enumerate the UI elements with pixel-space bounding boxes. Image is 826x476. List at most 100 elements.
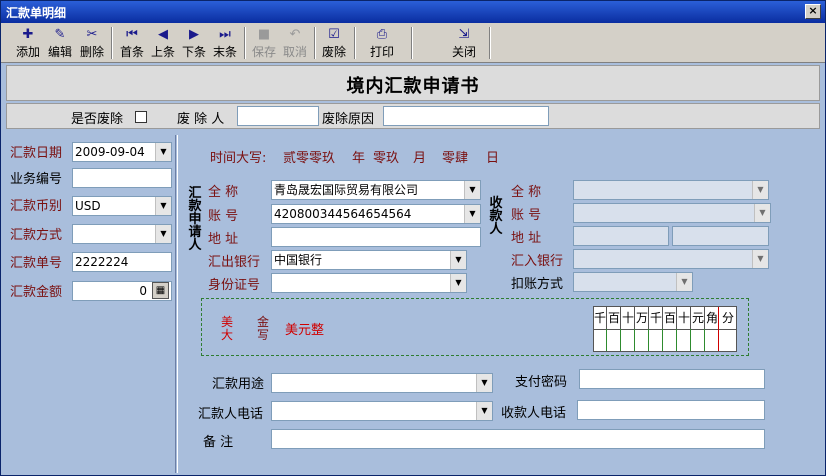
debit-method-select[interactable]: ▼ xyxy=(573,272,693,292)
next-record-icon: ▶ xyxy=(189,27,199,42)
chevron-down-icon[interactable]: ▼ xyxy=(476,374,492,392)
chevron-down-icon[interactable]: ▼ xyxy=(155,225,171,243)
chevron-down-icon[interactable]: ▼ xyxy=(676,273,692,291)
is-void-checkbox[interactable] xyxy=(135,111,147,123)
chevron-down-icon[interactable]: ▼ xyxy=(155,197,171,215)
slip-no-field[interactable]: 2222224 xyxy=(72,252,172,272)
payee-account-label: 账 号 xyxy=(511,208,542,223)
receive-bank-select[interactable]: ▼ xyxy=(573,249,769,269)
chevron-down-icon[interactable]: ▼ xyxy=(450,274,466,292)
digit-cell xyxy=(650,329,663,351)
payee-name-select[interactable]: ▼ xyxy=(573,180,769,200)
toolbar-separator xyxy=(314,27,316,59)
delete-button[interactable]: ✂ 删除 xyxy=(77,26,107,60)
date-caps-day: 零肆 xyxy=(442,151,469,166)
chevron-down-icon[interactable]: ▼ xyxy=(155,143,171,161)
toolbar-separator xyxy=(411,27,413,59)
remitter-account-label: 账 号 xyxy=(208,209,239,224)
date-caps-month: 零玖 xyxy=(373,151,400,166)
chevron-down-icon[interactable]: ▼ xyxy=(464,181,480,199)
remark-field[interactable] xyxy=(271,429,765,449)
remitter-account-select[interactable]: 420800344564654564 ▼ xyxy=(271,204,481,224)
remitter-name-select[interactable]: 青岛晟宏国际贸易有限公司 ▼ xyxy=(271,180,481,200)
caps-word-2: 写 xyxy=(257,328,270,342)
amount-label: 汇款金额 xyxy=(10,285,63,300)
digit-cell xyxy=(636,329,649,351)
date-caps-year: 贰零零玖 xyxy=(283,151,336,166)
chevron-down-icon[interactable]: ▼ xyxy=(476,402,492,420)
date-caps-year-unit: 年 xyxy=(352,151,366,166)
chevron-down-icon[interactable]: ▼ xyxy=(754,204,770,222)
digit-header: 百 xyxy=(608,307,621,329)
business-no-label: 业务编号 xyxy=(10,172,63,187)
toolbar-separator xyxy=(489,27,491,59)
purpose-select[interactable]: ▼ xyxy=(271,373,493,393)
void-label: 废除 xyxy=(321,45,346,59)
window-title: 汇款单明细 xyxy=(6,6,67,20)
remitter-address-field[interactable] xyxy=(271,227,481,247)
close-button[interactable]: × xyxy=(805,4,821,19)
date-caps-day-unit: 日 xyxy=(486,151,500,166)
payee-address-field[interactable] xyxy=(573,226,669,246)
digit-header: 千 xyxy=(594,307,607,329)
date-caps-label: 时间大写: xyxy=(210,151,267,166)
digit-cell xyxy=(622,329,635,351)
remitter-account-value: 420800344564654564 xyxy=(274,207,412,221)
next-record-button[interactable]: ▶ 下条 xyxy=(179,26,209,60)
digit-cell xyxy=(594,329,607,351)
undo-icon: ↶ xyxy=(289,27,301,42)
side-label-char: 人 xyxy=(188,238,202,253)
remitter-name-label: 全 称 xyxy=(208,185,239,200)
remark-label: 备 注 xyxy=(203,435,234,450)
remitter-phone-select[interactable]: ▼ xyxy=(271,401,493,421)
calculator-icon[interactable]: ▦ xyxy=(152,282,169,299)
chevron-down-icon[interactable]: ▼ xyxy=(464,205,480,223)
remit-bank-select[interactable]: 中国银行 ▼ xyxy=(271,250,467,270)
void-reason-label: 废除原因 xyxy=(322,112,375,127)
save-icon: ■ xyxy=(257,27,271,42)
print-button[interactable]: ⎙ 打印 xyxy=(367,26,397,60)
toolbar-separator xyxy=(111,27,113,59)
add-button[interactable]: ✚ 添加 xyxy=(13,26,43,60)
pay-password-label: 支付密码 xyxy=(515,375,568,390)
save-button[interactable]: ■ 保存 xyxy=(249,26,279,60)
id-number-select[interactable]: ▼ xyxy=(271,273,467,293)
remittance-detail-window: 汇款单明细 × ✚ 添加 ✎ 编辑 ✂ 删除 ⏮ 首条 ◀ 上条 ▶ 下条 ⏭ 末条 ■ 保存 … xyxy=(0,0,826,476)
business-no-field[interactable] xyxy=(72,168,172,188)
pay-password-field[interactable] xyxy=(579,369,765,389)
payee-name-label: 全 称 xyxy=(511,185,542,200)
currency-select[interactable]: USD ▼ xyxy=(72,196,172,216)
chevron-down-icon[interactable]: ▼ xyxy=(752,250,768,268)
exit-label: 关闭 xyxy=(451,45,476,59)
void-button[interactable]: ☑ 废除 xyxy=(319,26,349,60)
voider-field[interactable] xyxy=(237,106,319,126)
edit-button[interactable]: ✎ 编辑 xyxy=(45,26,75,60)
save-label: 保存 xyxy=(251,45,276,59)
payee-phone-field[interactable] xyxy=(577,400,765,420)
receive-bank-label: 汇入银行 xyxy=(511,254,564,269)
payee-side-label: 收款人 xyxy=(489,197,503,236)
payee-account-select[interactable]: ▼ xyxy=(573,203,771,223)
exit-button[interactable]: ⇲ 关闭 xyxy=(449,26,479,60)
digit-header: 千 xyxy=(650,307,663,329)
digit-cell xyxy=(608,329,621,351)
remit-date-picker[interactable]: 2009-09-04 ▼ xyxy=(72,142,172,162)
first-record-button[interactable]: ⏮ 首条 xyxy=(117,26,147,60)
previous-record-button[interactable]: ◀ 上条 xyxy=(148,26,178,60)
digit-header: 十 xyxy=(622,307,635,329)
remit-method-select[interactable]: ▼ xyxy=(72,224,172,244)
first-record-label: 首条 xyxy=(119,45,144,59)
payee-address-field-2[interactable] xyxy=(672,226,769,246)
print-label: 打印 xyxy=(369,45,394,59)
remitter-name-value: 青岛晟宏国际贸易有限公司 xyxy=(274,183,419,197)
chevron-down-icon[interactable]: ▼ xyxy=(752,181,768,199)
last-record-button[interactable]: ⏭ 末条 xyxy=(210,26,240,60)
exit-icon: ⇲ xyxy=(458,27,470,42)
cancel-button[interactable]: ↶ 取消 xyxy=(280,26,310,60)
void-reason-field[interactable] xyxy=(383,106,549,126)
remitter-phone-label: 汇款人电话 xyxy=(198,407,264,422)
title-bar: 汇款单明细 × xyxy=(1,1,825,23)
chevron-down-icon[interactable]: ▼ xyxy=(450,251,466,269)
remit-bank-value: 中国银行 xyxy=(274,253,323,267)
delete-label: 删除 xyxy=(79,45,104,59)
